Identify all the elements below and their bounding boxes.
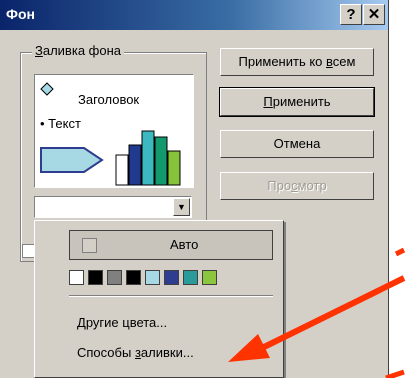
red-arrow-fragment: [394, 247, 406, 257]
annotation-arrows: [228, 247, 406, 378]
red-arrow-head: [228, 334, 270, 362]
red-arrow-shaft: [260, 275, 406, 351]
red-arrow-fragment: [385, 369, 405, 378]
